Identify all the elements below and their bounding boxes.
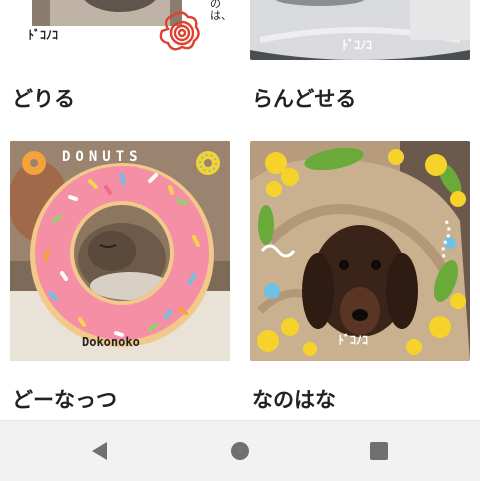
nav-home-button[interactable] <box>228 439 252 463</box>
nav-back-button[interactable] <box>88 439 112 463</box>
nanohana-thumbnail-image <box>250 141 470 361</box>
back-triangle-icon <box>92 442 107 460</box>
randoseru-thumbnail-stamp: ﾄﾞｺﾉｺ <box>342 38 373 52</box>
recents-square-icon <box>370 442 388 460</box>
donuts-thumbnail-stamp: Dokonoko <box>82 335 140 349</box>
grid-item-nanohana-thumbnail[interactable]: ﾄﾞｺﾉｺ <box>250 141 470 361</box>
grid-item-drill-title: どりる <box>12 87 75 111</box>
grid-item-nanohana-title: なのはな <box>252 388 336 412</box>
nav-recents-button[interactable] <box>367 439 391 463</box>
drill-thumbnail-caption: のは、 <box>210 0 230 22</box>
grid-item-randoseru-thumbnail[interactable]: ﾄﾞｺﾉｺ <box>250 0 470 60</box>
content-area: ﾄﾞｺﾉｺ のは、 どりる ﾄﾞｺﾉｺ らんどせる DONUTS Dokonok… <box>0 0 480 420</box>
home-circle-icon <box>231 442 249 460</box>
grid-item-donuts-title: どーなっつ <box>12 388 117 412</box>
grid-item-drill-thumbnail[interactable]: ﾄﾞｺﾉｺ のは、 <box>10 0 230 60</box>
drill-thumbnail-stamp: ﾄﾞｺﾉｺ <box>28 28 59 42</box>
donuts-thumbnail-banner: DONUTS <box>62 149 143 165</box>
donuts-thumbnail-image <box>10 141 230 361</box>
nanohana-thumbnail-stamp: ﾄﾞｺﾉｺ <box>338 333 369 347</box>
grid-item-randoseru-title: らんどせる <box>252 87 357 111</box>
navigation-bar <box>0 420 480 481</box>
grid-item-donuts-thumbnail[interactable]: DONUTS Dokonoko <box>10 141 230 361</box>
